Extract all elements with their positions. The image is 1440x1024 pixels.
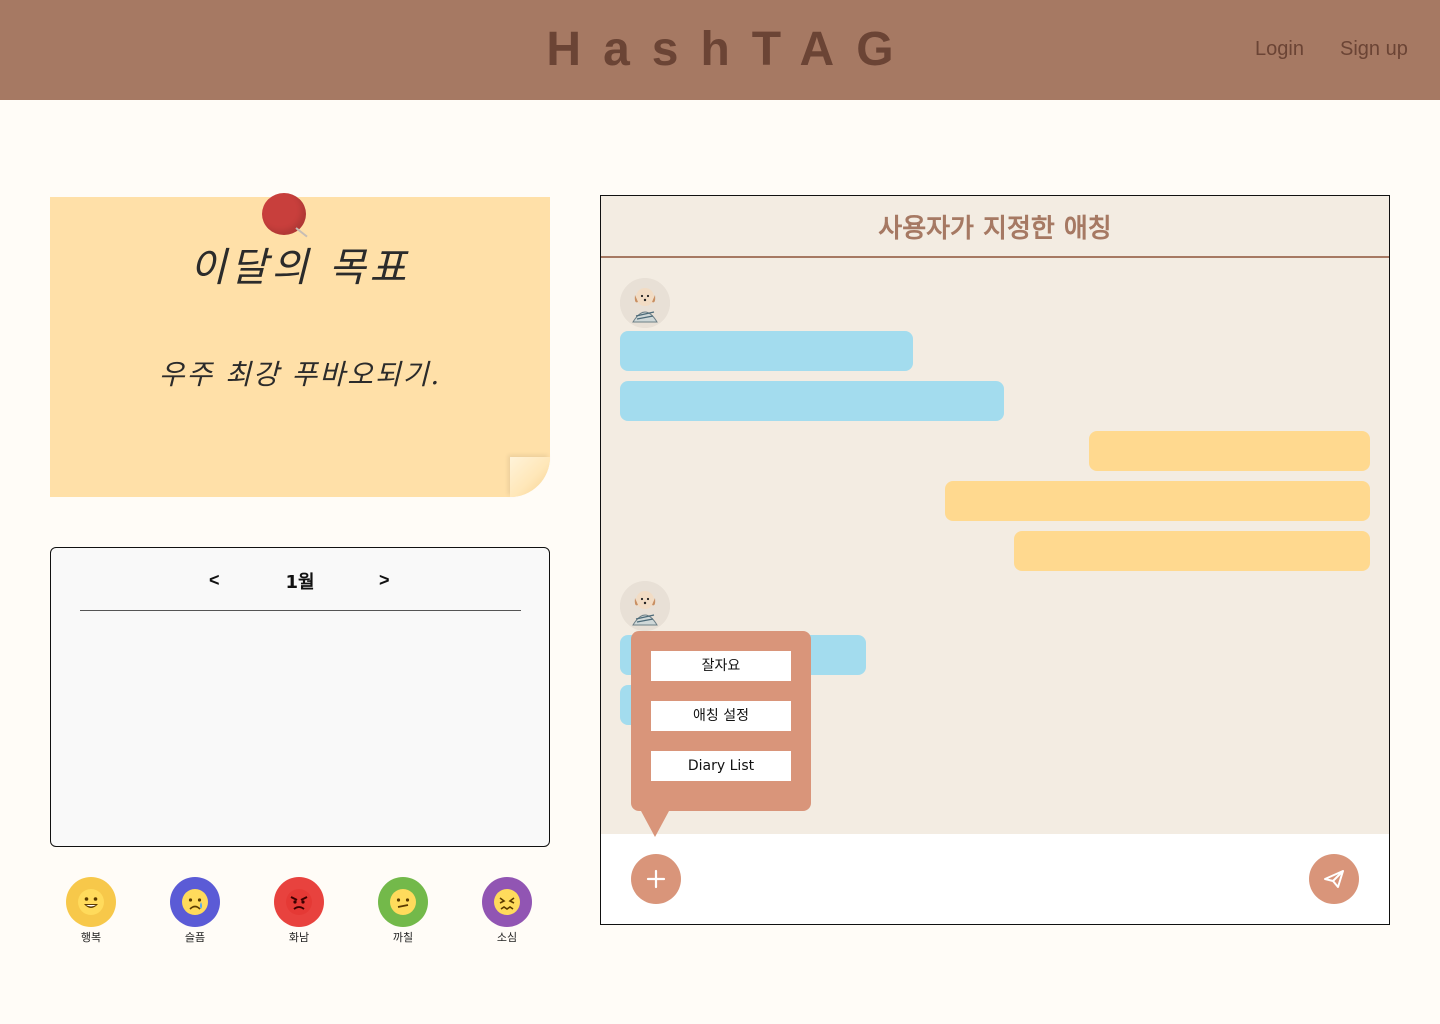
anxious-face-icon bbox=[482, 877, 532, 927]
menu-item-goodnight[interactable]: 잘자요 bbox=[651, 651, 791, 681]
chat-bubble-sent[interactable] bbox=[1014, 531, 1370, 571]
emotion-label: 화남 bbox=[288, 931, 310, 944]
menu-item-diary-list[interactable]: Diary List bbox=[651, 751, 791, 781]
avatar[interactable] bbox=[620, 278, 670, 328]
happy-face-icon bbox=[66, 877, 116, 927]
chat-title: 사용자가 지정한 애칭 bbox=[878, 214, 1112, 244]
angry-face-icon bbox=[274, 877, 324, 927]
calendar-month-label: 1월 bbox=[285, 572, 315, 593]
calendar: < 1월 > bbox=[50, 547, 550, 847]
emotion-happy[interactable]: 행복 bbox=[61, 877, 121, 945]
top-header: HashTAG Login Sign up bbox=[0, 0, 1440, 100]
chat-bubble-received[interactable] bbox=[620, 381, 1004, 421]
emotion-label: 행복 bbox=[80, 931, 102, 944]
chat-action-menu: 잘자요 애칭 설정 Diary List bbox=[631, 631, 811, 837]
chat-bubble-sent[interactable] bbox=[1089, 431, 1370, 471]
emotion-sad[interactable]: 슬픔 bbox=[165, 877, 225, 945]
emotion-label: 까칠 bbox=[392, 931, 414, 944]
note-title: 이달의 목표 bbox=[189, 245, 411, 291]
prev-month-button[interactable]: < bbox=[209, 570, 220, 591]
calendar-divider bbox=[80, 610, 521, 611]
crying-face-icon bbox=[170, 877, 220, 927]
add-menu-button[interactable] bbox=[631, 854, 681, 904]
emotion-label: 슬픔 bbox=[184, 931, 206, 944]
chat-header: 사용자가 지정한 애칭 bbox=[601, 196, 1389, 258]
emotion-label: 소심 bbox=[496, 931, 518, 944]
menu-item-nickname-settings[interactable]: 애칭 설정 bbox=[651, 701, 791, 731]
signup-link[interactable]: Sign up bbox=[1340, 38, 1408, 61]
chat-panel: 사용자가 지정한 애칭 bbox=[600, 195, 1390, 925]
login-link[interactable]: Login bbox=[1255, 38, 1304, 61]
plus-icon bbox=[646, 869, 666, 889]
send-icon bbox=[1324, 870, 1344, 888]
avatar[interactable] bbox=[620, 581, 670, 631]
chat-input-bar bbox=[601, 834, 1389, 924]
note-goal-text[interactable]: 우주 최강 푸바오되기. bbox=[50, 353, 550, 393]
confused-face-icon bbox=[378, 877, 428, 927]
emotion-angry[interactable]: 화남 bbox=[269, 877, 329, 945]
popup-tail bbox=[641, 811, 669, 837]
page-curl bbox=[510, 457, 550, 497]
brand-logo[interactable]: HashTAG bbox=[0, 22, 1440, 78]
emotion-grumpy[interactable]: 까칠 bbox=[373, 877, 433, 945]
emotion-timid[interactable]: 소심 bbox=[477, 877, 537, 945]
monthly-goal-note: 이달의 목표 우주 최강 푸바오되기. bbox=[50, 193, 550, 497]
send-button[interactable] bbox=[1309, 854, 1359, 904]
chat-bubble-received[interactable] bbox=[620, 331, 913, 371]
chat-bubble-sent[interactable] bbox=[945, 481, 1370, 521]
next-month-button[interactable]: > bbox=[379, 570, 390, 591]
